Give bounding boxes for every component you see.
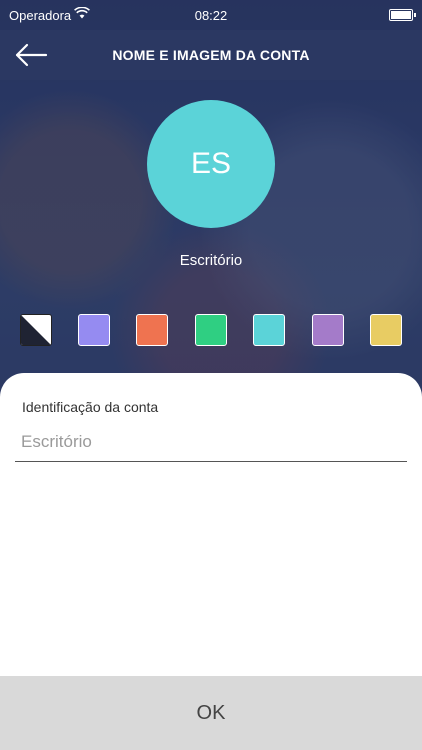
swatch-purple[interactable] — [312, 314, 344, 346]
account-id-input[interactable] — [15, 427, 407, 462]
top-nav-bar: NOME E IMAGEM DA CONTA — [0, 30, 422, 80]
swatch-teal[interactable] — [253, 314, 285, 346]
swatch-orange[interactable] — [136, 314, 168, 346]
ok-button[interactable]: OK — [0, 676, 422, 750]
color-picker — [0, 314, 422, 348]
account-name: Escritório — [179, 252, 243, 269]
swatch-none[interactable] — [20, 314, 52, 346]
swatch-green[interactable] — [195, 314, 227, 346]
account-id-label: Identificação da conta — [22, 399, 159, 415]
clock: 08:22 — [194, 8, 228, 23]
swatch-periwinkle[interactable] — [78, 314, 110, 346]
status-bar: Operadora 08:22 — [0, 0, 422, 30]
battery-icon — [389, 9, 416, 21]
swatch-yellow[interactable] — [370, 314, 402, 346]
avatar-initials: ES — [190, 147, 232, 180]
page-title: NOME E IMAGEM DA CONTA — [112, 47, 310, 63]
form-sheet: Identificação da conta — [0, 373, 422, 676]
account-avatar[interactable]: ES — [147, 100, 275, 228]
